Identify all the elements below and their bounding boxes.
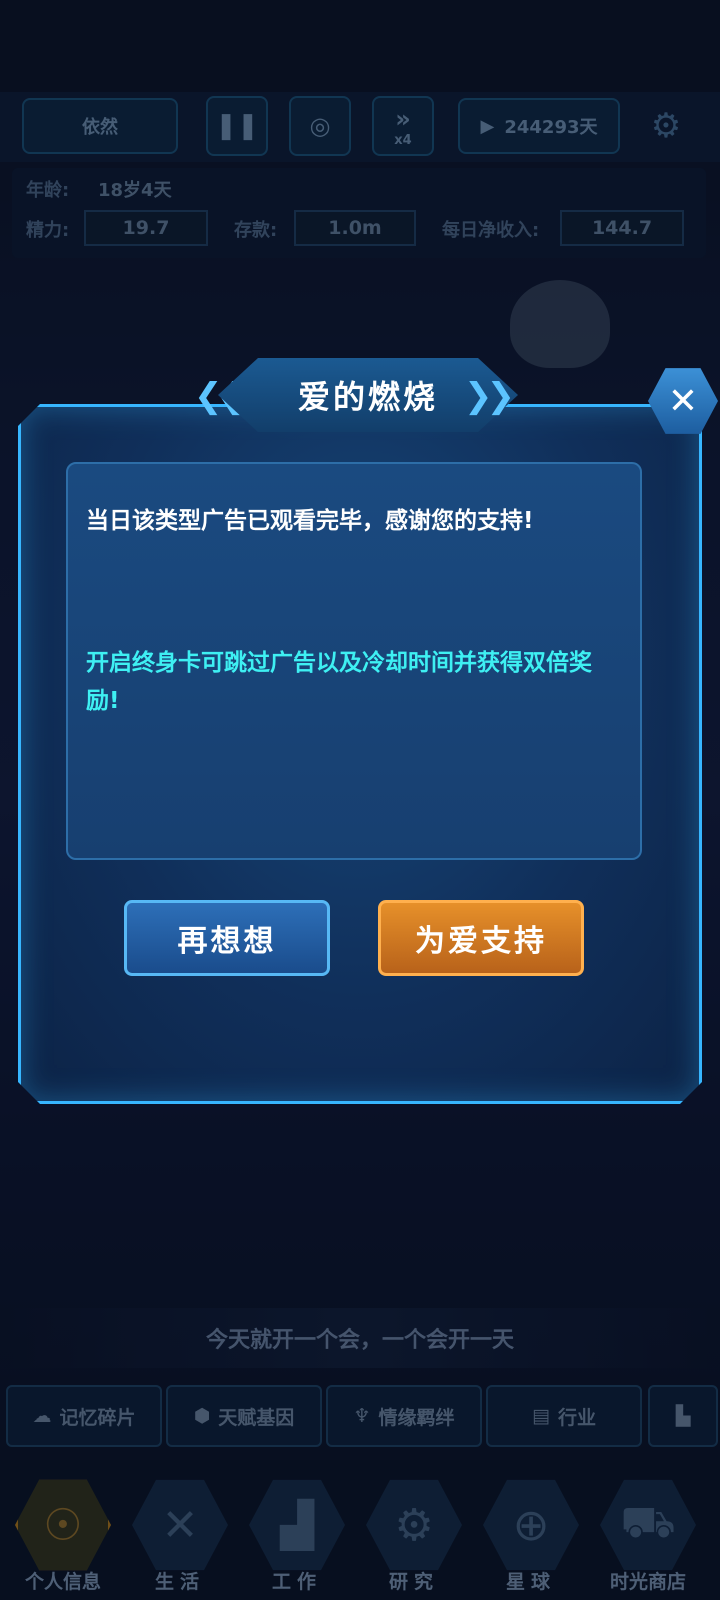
ad-limit-dialog: ❮❮ 爱的燃烧 ❯❯ ✕ 当日该类型广告已观看完毕，感谢您的支持! 开启终身卡可…	[18, 358, 718, 1104]
close-icon: ✕	[667, 380, 699, 422]
message-box: 当日该类型广告已观看完毕，感谢您的支持! 开启终身卡可跳过广告以及冷却时间并获得…	[66, 462, 642, 860]
message-promo: 开启终身卡可跳过广告以及冷却时间并获得双倍奖励!	[86, 650, 592, 714]
support-button[interactable]: 为爱支持	[378, 900, 584, 976]
cancel-button-label: 再想想	[177, 924, 277, 959]
cancel-button[interactable]: 再想想	[124, 900, 330, 976]
support-button-label: 为爱支持	[415, 924, 547, 959]
dialog-title: 爱的燃烧	[297, 378, 438, 416]
message-primary: 当日该类型广告已观看完毕，感谢您的支持!	[86, 508, 534, 534]
chevron-right-icon: ❯❯	[464, 376, 515, 416]
